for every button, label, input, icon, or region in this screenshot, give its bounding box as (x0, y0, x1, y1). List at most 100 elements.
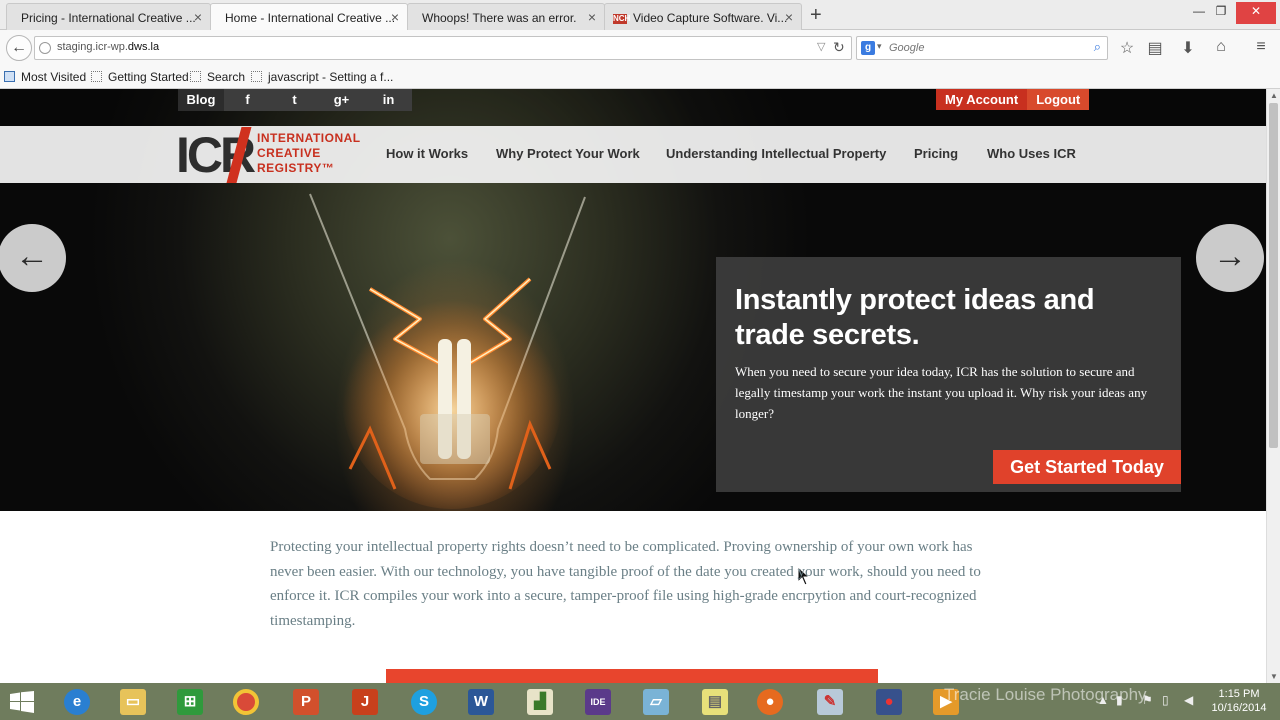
slider-prev-arrow-icon[interactable]: ← (0, 224, 66, 292)
hero-slider: Blog f t g+ in My Account Logout ICR INT… (0, 89, 1266, 586)
word-icon[interactable]: W (461, 686, 501, 717)
light-bulb-illustration (309, 193, 586, 509)
page-icon (251, 71, 262, 82)
url-text[interactable]: staging.icr-wp.dws.la (57, 41, 159, 53)
logout-button[interactable]: Logout (1027, 89, 1090, 110)
file-explorer-icon[interactable]: ▭ (113, 686, 153, 717)
close-icon[interactable]: × (391, 9, 399, 25)
browser-nav-bar: ← staging.icr-wp.dws.la ▽ ↻ g ▾ ⌕ ☆ ▤ ⬇ … (0, 30, 1280, 66)
globe-icon (39, 42, 51, 54)
hero-body: When you need to secure your idea today,… (735, 364, 1148, 421)
app-icon[interactable]: J (345, 686, 385, 717)
icr-logo[interactable]: ICR INTERNATIONAL CREATIVE REGISTRY™ (176, 127, 360, 183)
page-scrollbar[interactable]: ▲ ▼ (1266, 89, 1280, 683)
nav-why-protect[interactable]: Why Protect Your Work (496, 146, 640, 161)
url-prefix: staging.icr-wp. (57, 41, 128, 53)
volume-icon[interactable]: ◀ (1184, 693, 1193, 707)
bookmark-star-icon[interactable]: ☆ (1117, 38, 1137, 58)
skype-icon[interactable]: S (404, 686, 444, 717)
search-bar[interactable]: g ▾ ⌕ (856, 36, 1108, 60)
tab-label: Pricing - International Creative ... (21, 11, 196, 25)
tab-video-capture[interactable]: NCH Video Capture Software. Vi... × (604, 3, 802, 30)
notebook-icon[interactable]: ▱ (636, 686, 676, 717)
dropdown-icon[interactable]: ▽ (817, 40, 825, 53)
url-bar[interactable]: staging.icr-wp.dws.la ▽ ↻ (34, 36, 852, 60)
get-started-button[interactable]: Get Started Today (993, 450, 1181, 484)
video-capture-icon[interactable]: ● (869, 686, 909, 717)
section-red-band (386, 669, 878, 683)
tab-label: Whoops! There was an error. (422, 11, 577, 25)
my-account-button[interactable]: My Account (936, 89, 1028, 110)
tab-pricing[interactable]: Pricing - International Creative ... × (6, 3, 211, 30)
bookmark-search[interactable]: Search (190, 70, 245, 84)
restore-icon[interactable]: ❐ (1206, 2, 1236, 24)
clock-date: 10/16/2014 (1211, 702, 1267, 714)
flag-icon[interactable]: ⚑ (1142, 693, 1153, 707)
account-links: My Account Logout (936, 89, 1090, 110)
reload-icon[interactable]: ↻ (833, 39, 845, 56)
nav-how-it-works[interactable]: How it Works (386, 146, 468, 161)
network-icon[interactable]: ▮ (1116, 693, 1123, 707)
scroll-up-icon[interactable]: ▲ (1270, 91, 1278, 100)
windows-taskbar: e ▭ ⊞ P J S W ▟ IDE ▱ ▤ ● ✎ ● ▶ Tracie L… (0, 683, 1280, 720)
facebook-icon[interactable]: f (224, 89, 271, 111)
tray-expand-icon[interactable]: ▲ (1097, 693, 1109, 707)
store-icon[interactable]: ⊞ (170, 686, 210, 717)
intro-paragraph: Protecting your intellectual property ri… (270, 539, 981, 629)
chart-app-icon[interactable]: ▟ (520, 686, 560, 717)
screen: Pricing - International Creative ... × H… (0, 0, 1280, 720)
nav-understanding-ip[interactable]: Understanding Intellectual Property (666, 146, 886, 161)
bookmark-most-visited[interactable]: Most Visited (4, 70, 86, 84)
reading-list-icon[interactable]: ▤ (1145, 38, 1165, 58)
tab-error[interactable]: Whoops! There was an error. × (407, 3, 605, 30)
tab-label: Home - International Creative ... (225, 11, 396, 25)
scroll-thumb[interactable] (1269, 103, 1278, 448)
search-icon[interactable]: ⌕ (1094, 39, 1101, 55)
scroll-down-icon[interactable]: ▼ (1270, 672, 1278, 681)
menu-icon[interactable]: ≡ (1251, 38, 1271, 56)
home-icon[interactable]: ⌂ (1211, 38, 1231, 56)
download-icon[interactable]: ⬇ (1178, 38, 1198, 58)
paint-icon[interactable]: ✎ (810, 686, 850, 717)
blog-link[interactable]: Blog (178, 89, 224, 111)
powerpoint-icon[interactable]: P (286, 686, 326, 717)
bookmark-label: Most Visited (21, 70, 87, 84)
close-icon[interactable]: × (194, 9, 202, 25)
system-clock[interactable]: 1:15 PM 10/16/2014 (1206, 687, 1272, 715)
slider-next-arrow-icon[interactable]: → (1196, 224, 1264, 292)
close-icon[interactable]: × (588, 9, 596, 25)
internet-explorer-icon[interactable]: e (57, 686, 97, 717)
bookmark-label: javascript - Setting a f... (268, 70, 394, 84)
close-icon[interactable]: × (785, 9, 793, 25)
windows-start-icon[interactable] (10, 691, 34, 713)
java-ide-icon[interactable]: IDE (578, 686, 618, 717)
engine-dropdown-icon[interactable]: ▾ (877, 41, 882, 52)
search-input[interactable] (889, 39, 1079, 57)
google-plus-icon[interactable]: g+ (318, 89, 365, 111)
social-links: Blog f t g+ in (178, 89, 412, 111)
bookmark-label: Search (207, 70, 246, 84)
tab-home[interactable]: Home - International Creative ... × (210, 3, 408, 31)
new-tab-icon[interactable]: + (810, 4, 822, 27)
hero-headline: Instantly protect ideas and trade secret… (735, 284, 1095, 351)
url-domain: dws.la (127, 41, 160, 53)
google-icon[interactable]: g (861, 41, 875, 55)
back-arrow-icon[interactable]: ← (6, 35, 32, 61)
firefox-icon[interactable]: ● (750, 686, 790, 717)
bookmarks-bar: Most Visited Getting Started Search java… (0, 66, 1280, 89)
window-close-icon[interactable]: ✕ (1236, 2, 1276, 24)
bookmark-javascript[interactable]: javascript - Setting a f... (251, 70, 393, 84)
sticky-notes-icon[interactable]: ▤ (695, 686, 735, 717)
page-icon (190, 71, 201, 82)
nav-who-uses[interactable]: Who Uses ICR (987, 146, 1076, 161)
page-icon (91, 71, 102, 82)
nav-pricing[interactable]: Pricing (914, 146, 958, 161)
bookmark-getting-started[interactable]: Getting Started (91, 70, 189, 84)
bookmark-label: Getting Started (108, 70, 189, 84)
web-page: Blog f t g+ in My Account Logout ICR INT… (0, 89, 1266, 683)
nch-favicon-icon: NCH (613, 13, 631, 24)
twitter-icon[interactable]: t (271, 89, 318, 111)
linkedin-icon[interactable]: in (365, 89, 412, 111)
battery-icon[interactable]: ▯ (1162, 693, 1169, 707)
chrome-icon[interactable] (226, 686, 266, 717)
